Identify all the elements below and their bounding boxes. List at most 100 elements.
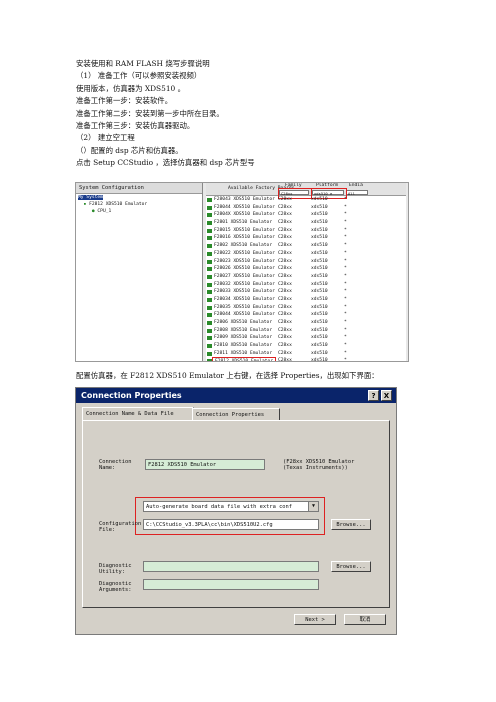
board-family: C28xx — [278, 273, 292, 279]
board-family: C28xx — [278, 250, 292, 256]
endian-filter-select[interactable]: All — [346, 190, 368, 196]
board-row[interactable]: F28032 XDS510 Emulator C28xx xds510 * — [206, 281, 406, 289]
board-name: F28043 XDS510 Emulator — [214, 197, 275, 202]
board-icon — [207, 259, 212, 264]
board-endian: * — [344, 343, 347, 349]
board-endian: * — [344, 289, 347, 295]
board-name: F28023 XDS510 Emulator — [214, 258, 275, 264]
board-row[interactable]: F2812 XDS510 Emulator C28xx xds510 * — [206, 357, 406, 362]
board-row[interactable]: F28023 XDS510 Emulator C28xx xds510 * — [206, 258, 406, 266]
diagnostic-utility-field[interactable] — [143, 561, 319, 572]
board-row[interactable]: F28016 XDS510 Emulator C28xx xds510 * — [206, 234, 406, 242]
board-row[interactable]: F28033 XDS510 Emulator C28xx xds510 * — [206, 288, 406, 296]
board-icon — [207, 313, 212, 318]
board-icon — [207, 198, 212, 202]
board-platform: xds510 — [311, 204, 328, 210]
diagnostic-arguments-field[interactable] — [143, 579, 319, 590]
board-family: C28xx — [278, 227, 292, 233]
system-tree: My System ▪ F2812 XDS510 Emulator ● CPU_… — [76, 194, 202, 215]
board-icon — [207, 290, 212, 295]
board-row[interactable]: F2809 XDS510 Emulator C28xx xds510 * — [206, 334, 406, 342]
tree-item-my-system[interactable]: My System — [78, 194, 202, 201]
autogen-select[interactable]: Auto-generate board data file with extra… — [143, 501, 319, 512]
board-family: C28xx — [278, 243, 292, 249]
board-platform: xds510 — [311, 220, 328, 226]
board-endian: * — [344, 250, 347, 256]
board-endian: * — [344, 243, 347, 249]
board-name: F28022 XDS510 Emulator — [214, 250, 275, 256]
board-name: F28044 XDS510 Emulator — [214, 312, 275, 318]
board-row[interactable]: F2806 XDS510 Emulator C28xx xds510 * — [206, 319, 406, 327]
board-family: C28xx — [278, 350, 292, 356]
board-platform: xds510 — [311, 358, 328, 362]
board-endian: * — [344, 235, 347, 241]
board-list: F28043 XDS510 Emulator C28xx xds510 * F28044… — [206, 196, 406, 362]
board-platform: xds510 — [311, 312, 328, 318]
connection-name-field[interactable]: F2812 XDS510 Emulator — [145, 459, 265, 470]
board-row[interactable]: F28044 XDS510 Emulator C28xx xds510 * — [206, 204, 406, 212]
board-family: C28xx — [278, 343, 292, 349]
emulator-icon: ▪ — [83, 202, 87, 207]
board-row[interactable]: F28026 XDS510 Emulator C28xx xds510 * — [206, 265, 406, 273]
board-row[interactable]: F28015 XDS510 Emulator C28xx xds510 * — [206, 227, 406, 235]
board-name: F28026 XDS510 Emulator — [214, 266, 275, 272]
browse-diagnostic-button[interactable]: Browse... — [331, 561, 371, 572]
help-button[interactable]: ? — [368, 390, 379, 401]
close-button[interactable]: X — [381, 390, 392, 401]
board-row[interactable]: F2801 XDS510 Emulator C28xx xds510 * — [206, 219, 406, 227]
board-name: F28033 XDS510 Emulator — [214, 289, 275, 295]
caption-configure-emulator: 配置仿真器，在 F2812 XDS510 Emulator 上右键，在选择 Pr… — [76, 371, 379, 380]
board-row[interactable]: F28034 XDS510 Emulator C28xx xds510 * — [206, 296, 406, 304]
board-name: F28015 XDS510 Emulator — [214, 227, 275, 233]
board-icon — [207, 282, 212, 287]
board-family: C28xx — [278, 327, 292, 333]
board-icon — [207, 321, 212, 325]
board-row[interactable]: F28022 XDS510 Emulator C28xx xds510 * — [206, 250, 406, 258]
board-row[interactable]: F2810 XDS510 Emulator C28xx xds510 * — [206, 342, 406, 350]
board-row[interactable]: F28035 XDS510 Emulator C28xx xds510 * — [206, 304, 406, 312]
board-endian: * — [344, 358, 347, 362]
tree-item-cpu[interactable]: ● CPU_1 — [78, 208, 202, 215]
browse-config-button[interactable]: Browse... — [331, 519, 371, 530]
configuration-file-field[interactable]: C:\CCStudio_v3.3PLA\cc\bin\XDS510U2.cfg — [143, 519, 319, 530]
connection-note: (F28xx XDS510 Emulator (Texas Instruments… — [283, 459, 355, 471]
doc-line: （2） 建立空工程 — [76, 133, 135, 143]
board-endian: * — [344, 273, 347, 279]
board-endian: * — [344, 266, 347, 272]
board-endian: * — [344, 335, 347, 341]
board-family: C28xx — [278, 258, 292, 264]
board-icon — [207, 244, 212, 249]
tree-item-emulator[interactable]: ▪ F2812 XDS510 Emulator — [78, 201, 202, 208]
board-endian: * — [344, 197, 347, 202]
board-family: C28xx — [278, 235, 292, 241]
next-button[interactable]: Next > — [294, 614, 336, 625]
board-row[interactable]: F2811 XDS510 Emulator C28xx xds510 * — [206, 350, 406, 358]
doc-line: 准备工作第二步：安装到第一步中所在目录。 — [76, 108, 224, 118]
doc-line: （）配置的 dsp 芯片和仿真器。 — [76, 145, 183, 155]
board-endian: * — [344, 327, 347, 333]
board-endian: * — [344, 204, 347, 210]
endian-column-label: Endia — [349, 183, 363, 188]
board-icon — [207, 297, 212, 302]
doc-line: 使用版本，仿真器为 XDS510 。 — [76, 83, 185, 93]
setup-ccstudio-screenshot: System Configuration My System ▪ F2812 X… — [75, 182, 409, 362]
board-icon — [207, 336, 212, 341]
doc-line: （1） 准备工作（可以参照安装视频） — [76, 71, 202, 81]
board-row[interactable]: F28027 XDS510 Emulator C28xx xds510 * — [206, 273, 406, 281]
connection-name-label: Connection Name: — [99, 459, 132, 471]
tab-connection-name[interactable]: Connection Name & Data File — [82, 407, 194, 421]
board-row[interactable]: F2808 XDS510 Emulator C28xx xds510 * — [206, 327, 406, 335]
board-name: F2810 XDS510 Emulator — [214, 343, 273, 349]
board-row[interactable]: F2802 XDS510 Emulator C28xx xds510 * — [206, 242, 406, 250]
available-boards-pane: Available Factory Boards Family Platform… — [206, 183, 406, 361]
diagnostic-utility-label: Diagnostic Utility: — [99, 563, 132, 575]
board-row[interactable]: F28044 XDS510 Emulator C28xx xds510 * — [206, 311, 406, 319]
board-name: F28027 XDS510 Emulator — [214, 273, 275, 279]
board-endian: * — [344, 220, 347, 226]
cpu-icon: ● — [91, 209, 95, 214]
board-name: F28032 XDS510 Emulator — [214, 281, 275, 287]
board-row[interactable]: F2804X XDS510 Emulator C28xx xds510 * — [206, 211, 406, 219]
cancel-button[interactable]: 取消 — [344, 614, 386, 625]
board-platform: xds510 — [311, 343, 328, 349]
board-row[interactable]: F28043 XDS510 Emulator C28xx xds510 * — [206, 196, 406, 204]
